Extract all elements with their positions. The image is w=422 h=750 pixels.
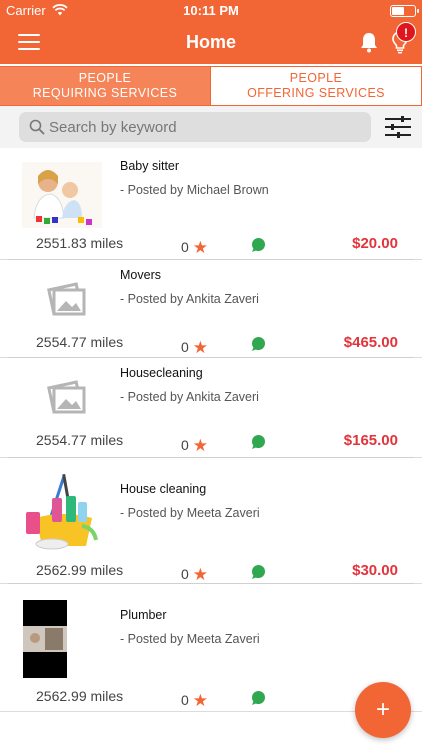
listing-title: House cleaning: [120, 482, 207, 496]
listing-distance: 2562.99 miles: [36, 562, 124, 578]
list-item[interactable]: House cleaning - Posted by Meeta Zaveri …: [0, 458, 422, 584]
image-placeholder-icon: [47, 282, 86, 316]
listing-poster: - Posted by Meeta Zaveri: [120, 506, 260, 520]
star-icon: ★: [192, 436, 209, 455]
add-post-button[interactable]: +: [355, 682, 411, 738]
listing-distance: 2554.77 miles: [36, 432, 124, 448]
search-icon: [29, 119, 45, 135]
listing-title: Baby sitter: [120, 159, 180, 173]
status-bar: Carrier 10:11 PM: [0, 0, 422, 22]
tab-people-requiring-services[interactable]: PEOPLE REQUIRING SERVICES: [0, 67, 210, 105]
list-item[interactable]: Baby sitter - Posted by Michael Brown 25…: [0, 150, 422, 260]
tab-line1: PEOPLE: [78, 71, 132, 85]
listing-poster: - Posted by Meeta Zaveri: [120, 632, 260, 646]
listing-distance: 2554.77 miles: [36, 334, 124, 350]
list-item[interactable]: Plumber - Posted by Meeta Zaveri 2562.99…: [0, 584, 422, 712]
listing-price: $20.00: [352, 235, 398, 252]
notification-badge: !: [396, 22, 416, 42]
listing-title: Housecleaning: [120, 366, 203, 380]
listing-poster: - Posted by Ankita Zaveri: [120, 390, 259, 404]
list-item[interactable]: Movers - Posted by Ankita Zaveri 2554.77…: [0, 260, 422, 358]
listing-price: $30.00: [352, 562, 398, 579]
chat-bubble-icon[interactable]: [250, 336, 266, 352]
bell-icon[interactable]: [359, 31, 379, 53]
star-icon: ★: [192, 691, 209, 710]
rating-value: 0: [181, 437, 189, 453]
tab-people-offering-services[interactable]: PEOPLE OFFERING SERVICES: [210, 67, 422, 105]
search-input[interactable]: [49, 116, 359, 138]
listing-distance: 2562.99 miles: [36, 688, 124, 704]
star-icon: ★: [192, 565, 209, 584]
chat-bubble-icon[interactable]: [250, 690, 266, 706]
tab-line2: OFFERING SERVICES: [247, 86, 385, 100]
tab-line2: REQUIRING SERVICES: [32, 86, 178, 100]
filter-sliders-icon[interactable]: [384, 115, 412, 139]
listing-title: Movers: [120, 268, 161, 282]
listing-title: Plumber: [120, 608, 167, 622]
listing-distance: 2551.83 miles: [36, 235, 124, 251]
chat-bubble-icon[interactable]: [250, 237, 266, 253]
listing-price: $465.00: [343, 334, 398, 351]
service-listing: Baby sitter - Posted by Michael Brown 25…: [0, 150, 422, 712]
star-icon: ★: [192, 338, 209, 357]
listing-rating: 0 ★: [181, 690, 208, 710]
top-bar: Carrier 10:11 PM Home !: [0, 0, 422, 64]
rating-value: 0: [181, 566, 189, 582]
plumber-photo: [23, 600, 67, 678]
image-placeholder-icon: [47, 380, 86, 414]
battery-icon: [390, 5, 419, 17]
rating-value: 0: [181, 239, 189, 255]
listing-poster: - Posted by Michael Brown: [120, 183, 269, 197]
search-box[interactable]: [19, 112, 371, 142]
chat-bubble-icon[interactable]: [250, 434, 266, 450]
listing-poster: - Posted by Ankita Zaveri: [120, 292, 259, 306]
clock: 10:11 PM: [183, 3, 239, 18]
list-item[interactable]: Housecleaning - Posted by Ankita Zaveri …: [0, 358, 422, 458]
rating-value: 0: [181, 339, 189, 355]
listing-price: $165.00: [343, 432, 398, 449]
nav-bar: Home !: [0, 22, 422, 64]
tab-line1: PEOPLE: [289, 71, 343, 85]
listing-rating: 0 ★: [181, 564, 208, 584]
listing-rating: 0 ★: [181, 237, 208, 257]
search-row: [0, 106, 422, 148]
segmented-tabs: PEOPLE REQUIRING SERVICES PEOPLE OFFERIN…: [0, 66, 422, 106]
listing-rating: 0 ★: [181, 435, 208, 455]
cleaning-supplies-photo: [22, 472, 102, 552]
baby-sitter-photo: [22, 162, 102, 228]
rating-value: 0: [181, 692, 189, 708]
chat-bubble-icon[interactable]: [250, 564, 266, 580]
listing-rating: 0 ★: [181, 337, 208, 357]
star-icon: ★: [192, 238, 209, 257]
